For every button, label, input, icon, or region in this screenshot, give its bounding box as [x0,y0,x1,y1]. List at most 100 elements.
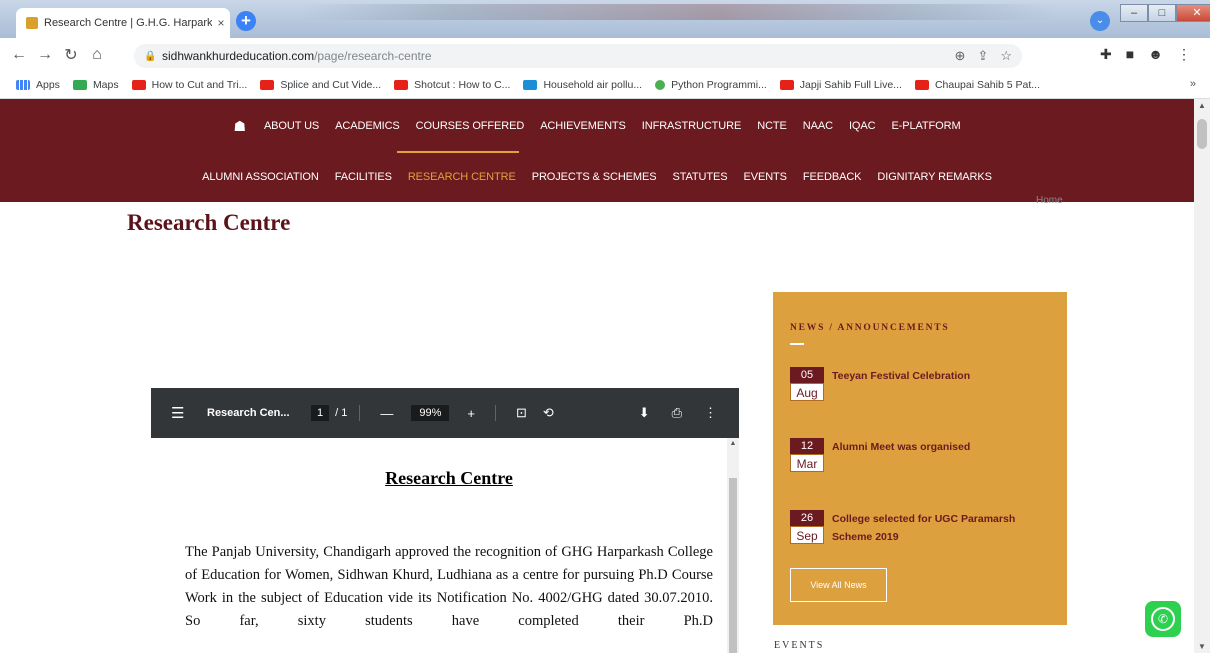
news-heading-rule [790,343,804,345]
bookmark-item[interactable]: Python Programmi... [655,79,767,91]
news-title[interactable]: College selected for UGC Paramarsh Schem… [832,510,1032,546]
pdf-viewer[interactable]: ☰ Research Cen... 1 / 1 — 99% + ⊡ ⟲ ⬇ ⎙ … [151,388,739,653]
bookmark-item[interactable]: Chaupai Sahib 5 Pat... [914,79,1041,91]
youtube-icon [914,80,929,90]
maximize-button[interactable]: □ [1148,4,1176,22]
account-icon[interactable]: ☻ [1148,46,1163,63]
kebab-menu-icon[interactable]: ⋮ [1177,46,1191,63]
home-icon[interactable]: ⌂ [84,46,110,64]
maps-icon [72,80,87,90]
page-scroll-thumb[interactable] [1197,119,1207,149]
nav-infrastructure[interactable]: INFRASTRUCTURE [642,120,742,132]
nav-projects-schemes[interactable]: PROJECTS & SCHEMES [532,171,657,183]
scroll-up-arrow-icon[interactable]: ▲ [1194,101,1210,110]
zoom-icon[interactable]: ⊕ [955,48,966,64]
nav-dignitary-remarks[interactable]: DIGNITARY REMARKS [877,171,992,183]
pdf-heading: Research Centre [385,468,513,488]
page-scrollbar[interactable]: ▲ ▼ [1194,99,1210,653]
breadcrumb[interactable]: Home [1036,195,1063,206]
nav-facilities[interactable]: FACILITIES [335,171,392,183]
print-icon[interactable]: ⎙ [672,405,682,421]
scroll-down-arrow-icon[interactable]: ▼ [1194,642,1210,651]
news-date-day: 05 [790,367,824,383]
pdf-body-text: The Panjab University, Chandigarh approv… [185,544,713,629]
bookmark-item[interactable]: Shotcut : How to C... [394,79,510,91]
nav-events[interactable]: EVENTS [743,171,787,183]
sidepanel-icon[interactable]: ■ [1126,46,1134,63]
zoom-out-icon[interactable]: — [380,406,393,421]
nav-research-centre[interactable]: RESEARCH CENTRE [408,171,516,183]
new-tab-button[interactable]: + [236,11,256,31]
extensions-puzzle-icon[interactable]: ✚ [1100,46,1112,63]
minimize-button[interactable]: – [1120,4,1148,22]
reload-icon[interactable]: ↻ [58,45,84,65]
news-title[interactable]: Teeyan Festival Celebration [832,367,1032,385]
zoom-in-icon[interactable]: + [467,406,475,421]
news-date-month: Mar [790,454,824,472]
titlebar-decoration [300,4,1060,20]
nav-hover-underline [397,151,519,153]
tab-close-icon[interactable]: × [212,16,230,30]
pdf-zoom-input[interactable]: 99% [411,405,450,421]
url-path: /page/research-centre [314,49,432,63]
youtube-icon [260,80,275,90]
lock-icon[interactable]: 🔒 [144,51,156,62]
bookmarks-overflow-button[interactable]: » [1190,78,1196,90]
python-icon [655,80,666,90]
events-heading: EVENTS [774,640,825,651]
bookmark-item[interactable]: Household air pollu... [523,79,642,91]
web-page: ☗ ABOUT US ACADEMICS COURSES OFFERED ACH… [0,99,1194,653]
news-announcements-panel: NEWS / ANNOUNCEMENTS 05 Aug Teeyan Festi… [773,292,1067,625]
nav-courses-offered[interactable]: COURSES OFFERED [416,120,525,132]
address-bar[interactable]: 🔒 sidhwankhurdeducation.com/page/researc… [134,44,1022,68]
bookmark-star-icon[interactable]: ☆ [1000,48,1012,64]
browser-titlebar: Research Centre | G.H.G. Harpark × + ⌄ –… [0,0,1210,38]
fit-page-icon[interactable]: ⊡ [516,405,527,421]
browser-tab[interactable]: Research Centre | G.H.G. Harpark × [16,8,230,38]
rotate-icon[interactable]: ⟲ [543,405,554,421]
bookmark-item[interactable]: Japji Sahib Full Live... [779,79,902,91]
youtube-icon [394,80,409,90]
bookmark-apps[interactable]: Apps [16,79,60,91]
bookmark-label: Chaupai Sahib 5 Pat... [934,79,1041,91]
nav-naac[interactable]: NAAC [803,120,833,132]
profile-icon[interactable]: ⌄ [1090,11,1110,31]
news-date-day: 12 [790,438,824,454]
nav-ncte[interactable]: NCTE [757,120,787,132]
close-window-button[interactable]: ✕ [1176,4,1210,22]
home-icon[interactable]: ☗ [233,118,246,135]
nav-statutes[interactable]: STATUTES [672,171,727,183]
pdf-scroll-thumb[interactable] [729,478,737,653]
nav-achievements[interactable]: ACHIEVEMENTS [540,120,626,132]
nav-academics[interactable]: ACADEMICS [335,120,400,132]
pdf-scrollbar[interactable]: ▲ [727,438,739,653]
nav-iqac[interactable]: IQAC [849,120,876,132]
news-date-day: 26 [790,510,824,526]
youtube-icon [779,80,794,90]
news-date-month: Sep [790,526,824,544]
pdf-page: Research Centre The Panjab University, C… [151,438,727,653]
bookmark-maps[interactable]: Maps [72,79,119,91]
bookmark-item[interactable]: Splice and Cut Vide... [260,79,381,91]
back-arrow-icon[interactable]: ← [6,46,32,64]
pdf-page-indicator: 1 / 1 [311,405,347,421]
scroll-up-arrow-icon[interactable]: ▲ [727,440,739,447]
pdf-menu-icon[interactable]: ☰ [171,404,191,422]
nav-alumni-association[interactable]: ALUMNI ASSOCIATION [202,171,319,183]
more-options-icon[interactable]: ⋮ [704,405,717,421]
news-title[interactable]: Alumni Meet was organised [832,438,1032,456]
nav-about-us[interactable]: ABOUT US [264,120,319,132]
bookmark-item[interactable]: How to Cut and Tri... [131,79,247,91]
window-controls: – □ ✕ [1120,4,1210,22]
whatsapp-chat-button[interactable]: ✆ [1145,601,1181,637]
forward-arrow-icon[interactable]: → [32,46,58,64]
share-icon[interactable]: ⇪ [977,48,988,64]
omnibox-actions: ⊕ ⇪ ☆ [955,48,1012,64]
news-date-month: Aug [790,383,824,401]
nav-e-platform[interactable]: E-PLATFORM [891,120,960,132]
view-all-news-button[interactable]: View All News [790,568,887,602]
pdf-page-input[interactable]: 1 [311,405,330,421]
nav-feedback[interactable]: FEEDBACK [803,171,862,183]
download-icon[interactable]: ⬇ [639,405,650,421]
pdf-toolbar-right: ⬇ ⎙ ⋮ [639,405,717,421]
